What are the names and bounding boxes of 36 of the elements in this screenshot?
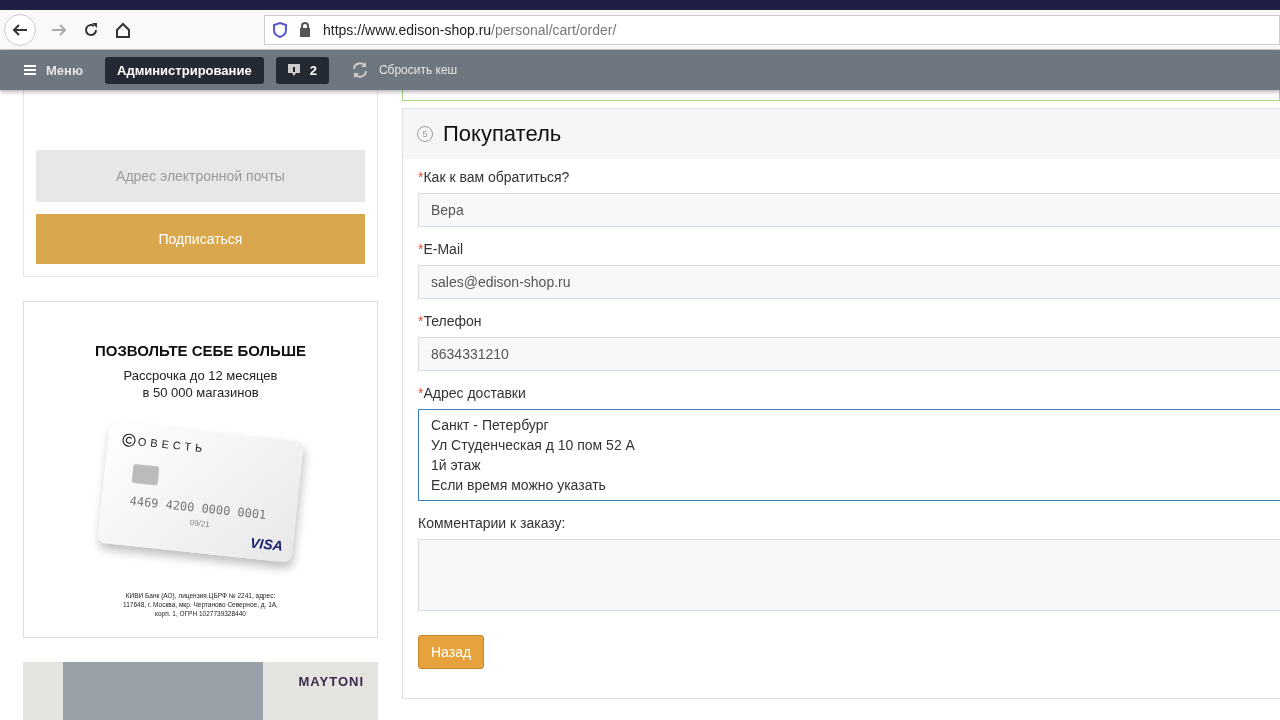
card-expiry: 09/21 [189,518,211,530]
field-label: *Адрес доставки [418,385,527,401]
panel-title: Покупатель [443,121,562,147]
input-field[interactable]: 8634331210 [418,337,1280,371]
text-area-field[interactable] [418,539,1280,611]
chip-icon [131,463,160,486]
email-field[interactable]: Адрес электронной почты [36,150,365,202]
menu-icon [24,65,36,75]
field-label: Комментарии к заказу: [418,515,567,531]
refresh-icon [350,61,369,79]
back-icon[interactable] [4,13,36,46]
card-brand: ОВЕСТЬ [137,435,207,455]
administration-button[interactable]: Администрирование [105,56,264,84]
address-bar[interactable]: https://www.edison-shop.ru/personal/cart/order/ [264,14,1280,45]
menu-button[interactable]: Меню [14,56,93,84]
card-network-logo: VISA [249,534,284,554]
info-icon [287,64,300,76]
input-field[interactable]: Вера [418,193,1280,227]
notifications-button[interactable]: 2 [275,56,329,84]
ad-subtitle: Рассрочка до 12 месяцев в 50 000 магазинов [123,367,278,401]
ad-banner[interactable] [23,301,378,638]
field-label: *E-Mail [418,241,465,257]
shield-icon [273,21,287,38]
input-field[interactable]: sales@edison-shop.ru [418,265,1280,299]
text-area-field[interactable]: Санкт - Петербург Ул Студенческая д 10 пом 52 А 1й этаж Если время можно указать [418,409,1280,501]
reload-icon[interactable] [82,20,100,39]
field-label: *Как к вам обратиться? [418,169,571,185]
circle-logo-icon [121,432,137,448]
field-label: *Телефон [418,313,483,329]
home-icon[interactable] [114,20,132,39]
chandelier-ad-banner[interactable]: MAYTONI [23,661,378,720]
url-text: https://www.edison-shop.ru/personal/cart/order/ [323,21,617,38]
brand-logo: MAYTONI [298,673,364,691]
clear-cache-button[interactable]: Сбросить кеш [340,56,468,84]
lock-icon [299,22,311,37]
ad-title: ПОЗВОЛЬТЕ СЕБЕ БОЛЬШЕ [95,342,306,359]
